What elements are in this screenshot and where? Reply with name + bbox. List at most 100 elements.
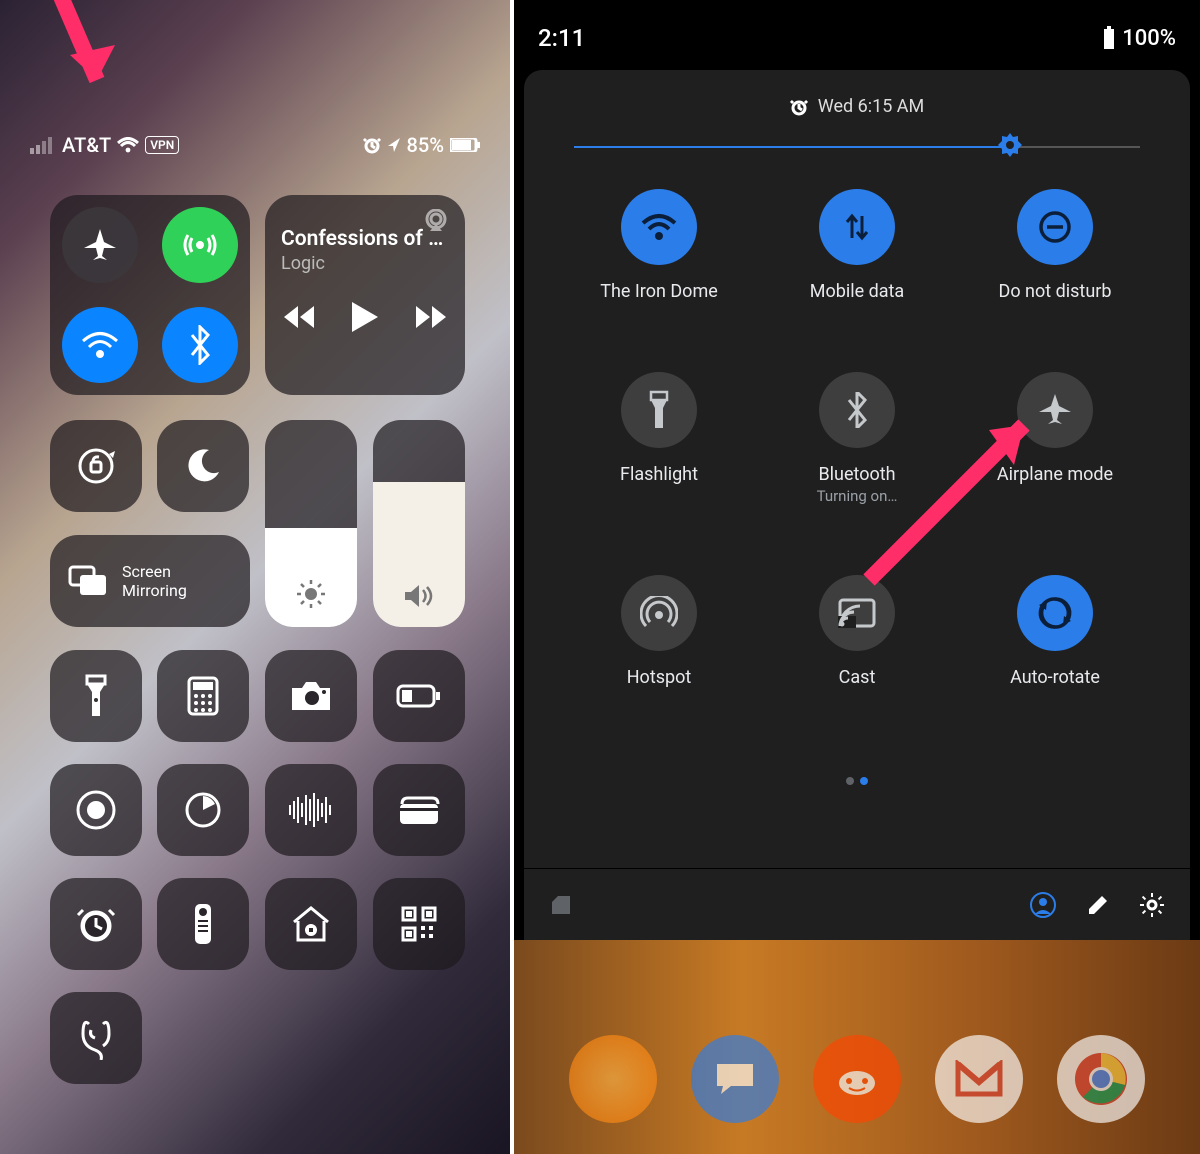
qr-icon — [401, 906, 437, 942]
brightness-thumb[interactable] — [998, 133, 1022, 157]
bluetooth-toggle[interactable] — [162, 307, 238, 383]
qs-label: Flashlight — [620, 464, 698, 485]
flashlight-toggle[interactable] — [621, 372, 697, 448]
qs-tile-bluetooth: Bluetooth Turning on… — [767, 372, 947, 505]
timer-icon — [183, 790, 223, 830]
airplay-icon[interactable] — [423, 209, 449, 233]
moon-icon — [183, 446, 223, 486]
ear-icon — [81, 1016, 111, 1060]
airplane-toggle[interactable] — [62, 207, 138, 283]
status-bar: 2:11 100% — [538, 18, 1176, 58]
media-card[interactable]: Confessions of a... Logic — [265, 195, 465, 395]
antenna-icon — [180, 225, 220, 265]
settings-icon[interactable] — [1140, 893, 1164, 917]
orientation-lock-toggle[interactable] — [50, 420, 142, 512]
qs-footer — [524, 868, 1190, 940]
wifi-icon — [80, 329, 120, 361]
cellular-signal-icon — [30, 136, 56, 154]
rewind-button[interactable] — [284, 306, 314, 328]
screen-mirroring-label: Screen Mirroring — [122, 562, 187, 600]
qr-code-tile[interactable] — [373, 878, 465, 970]
qs-tile-airplane: Airplane mode — [965, 372, 1145, 505]
play-button[interactable] — [352, 302, 378, 332]
record-icon — [75, 789, 117, 831]
camera-icon — [290, 680, 332, 712]
wallet-icon — [398, 794, 440, 826]
sun-icon — [296, 579, 326, 609]
wifi-toggle[interactable] — [621, 189, 697, 265]
volume-slider[interactable] — [373, 420, 465, 627]
wifi-icon — [117, 137, 139, 153]
home-dock — [514, 1024, 1200, 1134]
qs-label: Airplane mode — [997, 464, 1113, 485]
qs-tile-dnd: Do not disturb — [965, 189, 1145, 302]
home-tile[interactable] — [265, 878, 357, 970]
remote-icon — [193, 902, 213, 946]
hotspot-toggle[interactable] — [621, 575, 697, 651]
status-bar: AT&T VPN 85% — [30, 130, 480, 160]
location-icon — [387, 137, 401, 153]
screen-recording-tile[interactable] — [50, 764, 142, 856]
alarm-icon — [790, 98, 808, 116]
wallet-tile[interactable] — [373, 764, 465, 856]
calculator-tile[interactable] — [157, 650, 249, 742]
rotation-lock-icon — [73, 443, 119, 489]
qs-label: Auto-rotate — [1010, 667, 1100, 688]
rotate-toggle[interactable] — [1017, 575, 1093, 651]
home-icon — [290, 904, 332, 944]
ios-control-center: AT&T VPN 85% — [0, 0, 510, 1154]
vpn-badge: VPN — [145, 136, 179, 154]
qs-tile-rotate: Auto-rotate — [965, 575, 1145, 688]
dnd-toggle[interactable] — [1017, 189, 1093, 265]
alarm-text: Wed 6:15 AM — [818, 96, 925, 117]
battery-icon — [450, 138, 480, 152]
dock-app-reddit[interactable] — [813, 1035, 901, 1123]
battery-icon — [1102, 26, 1116, 50]
forward-button[interactable] — [416, 306, 446, 328]
qs-label: Mobile data — [810, 281, 904, 302]
qs-panel: Wed 6:15 AM The Iron Dome Mobile data Do… — [524, 70, 1190, 940]
remote-tile[interactable] — [157, 878, 249, 970]
qs-sublabel: Turning on… — [817, 487, 898, 505]
data-toggle[interactable] — [819, 189, 895, 265]
bluetooth-toggle[interactable] — [819, 372, 895, 448]
cast-toggle[interactable] — [819, 575, 895, 651]
brightness-slider[interactable] — [265, 420, 357, 627]
alarm-tile[interactable] — [50, 878, 142, 970]
cellular-toggle[interactable] — [162, 207, 238, 283]
low-power-tile[interactable] — [373, 650, 465, 742]
airplane-toggle[interactable] — [1017, 372, 1093, 448]
wifi-toggle[interactable] — [62, 307, 138, 383]
qs-label: The Iron Dome — [600, 281, 718, 302]
brightness-slider[interactable] — [574, 143, 1140, 151]
airplane-icon — [81, 226, 119, 264]
connectivity-card — [50, 195, 250, 395]
hearing-tile[interactable] — [50, 992, 142, 1084]
do-not-disturb-toggle[interactable] — [157, 420, 249, 512]
no-sim-icon — [550, 894, 572, 916]
annotation-arrow — [0, 0, 135, 130]
user-icon[interactable] — [1030, 892, 1056, 918]
clock: 2:11 — [538, 24, 585, 52]
qs-tile-flashlight: Flashlight — [569, 372, 749, 505]
dock-app-chrome[interactable] — [1057, 1035, 1145, 1123]
carrier-name: AT&T — [62, 133, 111, 157]
next-alarm[interactable]: Wed 6:15 AM — [524, 96, 1190, 117]
dock-app-gmail[interactable] — [935, 1035, 1023, 1123]
camera-tile[interactable] — [265, 650, 357, 742]
qs-label: Hotspot — [627, 667, 692, 688]
qs-tile-wifi: The Iron Dome — [569, 189, 749, 302]
battery-percentage: 85% — [407, 133, 444, 157]
dock-app-flare[interactable] — [569, 1035, 657, 1123]
flashlight-tile[interactable] — [50, 650, 142, 742]
screen-mirroring-button[interactable]: Screen Mirroring — [50, 535, 250, 627]
dock-app-messages[interactable] — [691, 1035, 779, 1123]
bluetooth-icon — [188, 325, 212, 365]
edit-icon[interactable] — [1086, 893, 1110, 917]
voice-memos-tile[interactable] — [265, 764, 357, 856]
qs-label: Bluetooth — [817, 464, 898, 485]
qs-label: Cast — [839, 667, 876, 688]
qs-label: Do not disturb — [999, 281, 1112, 302]
qs-tile-cast: Cast — [767, 575, 947, 688]
timer-tile[interactable] — [157, 764, 249, 856]
